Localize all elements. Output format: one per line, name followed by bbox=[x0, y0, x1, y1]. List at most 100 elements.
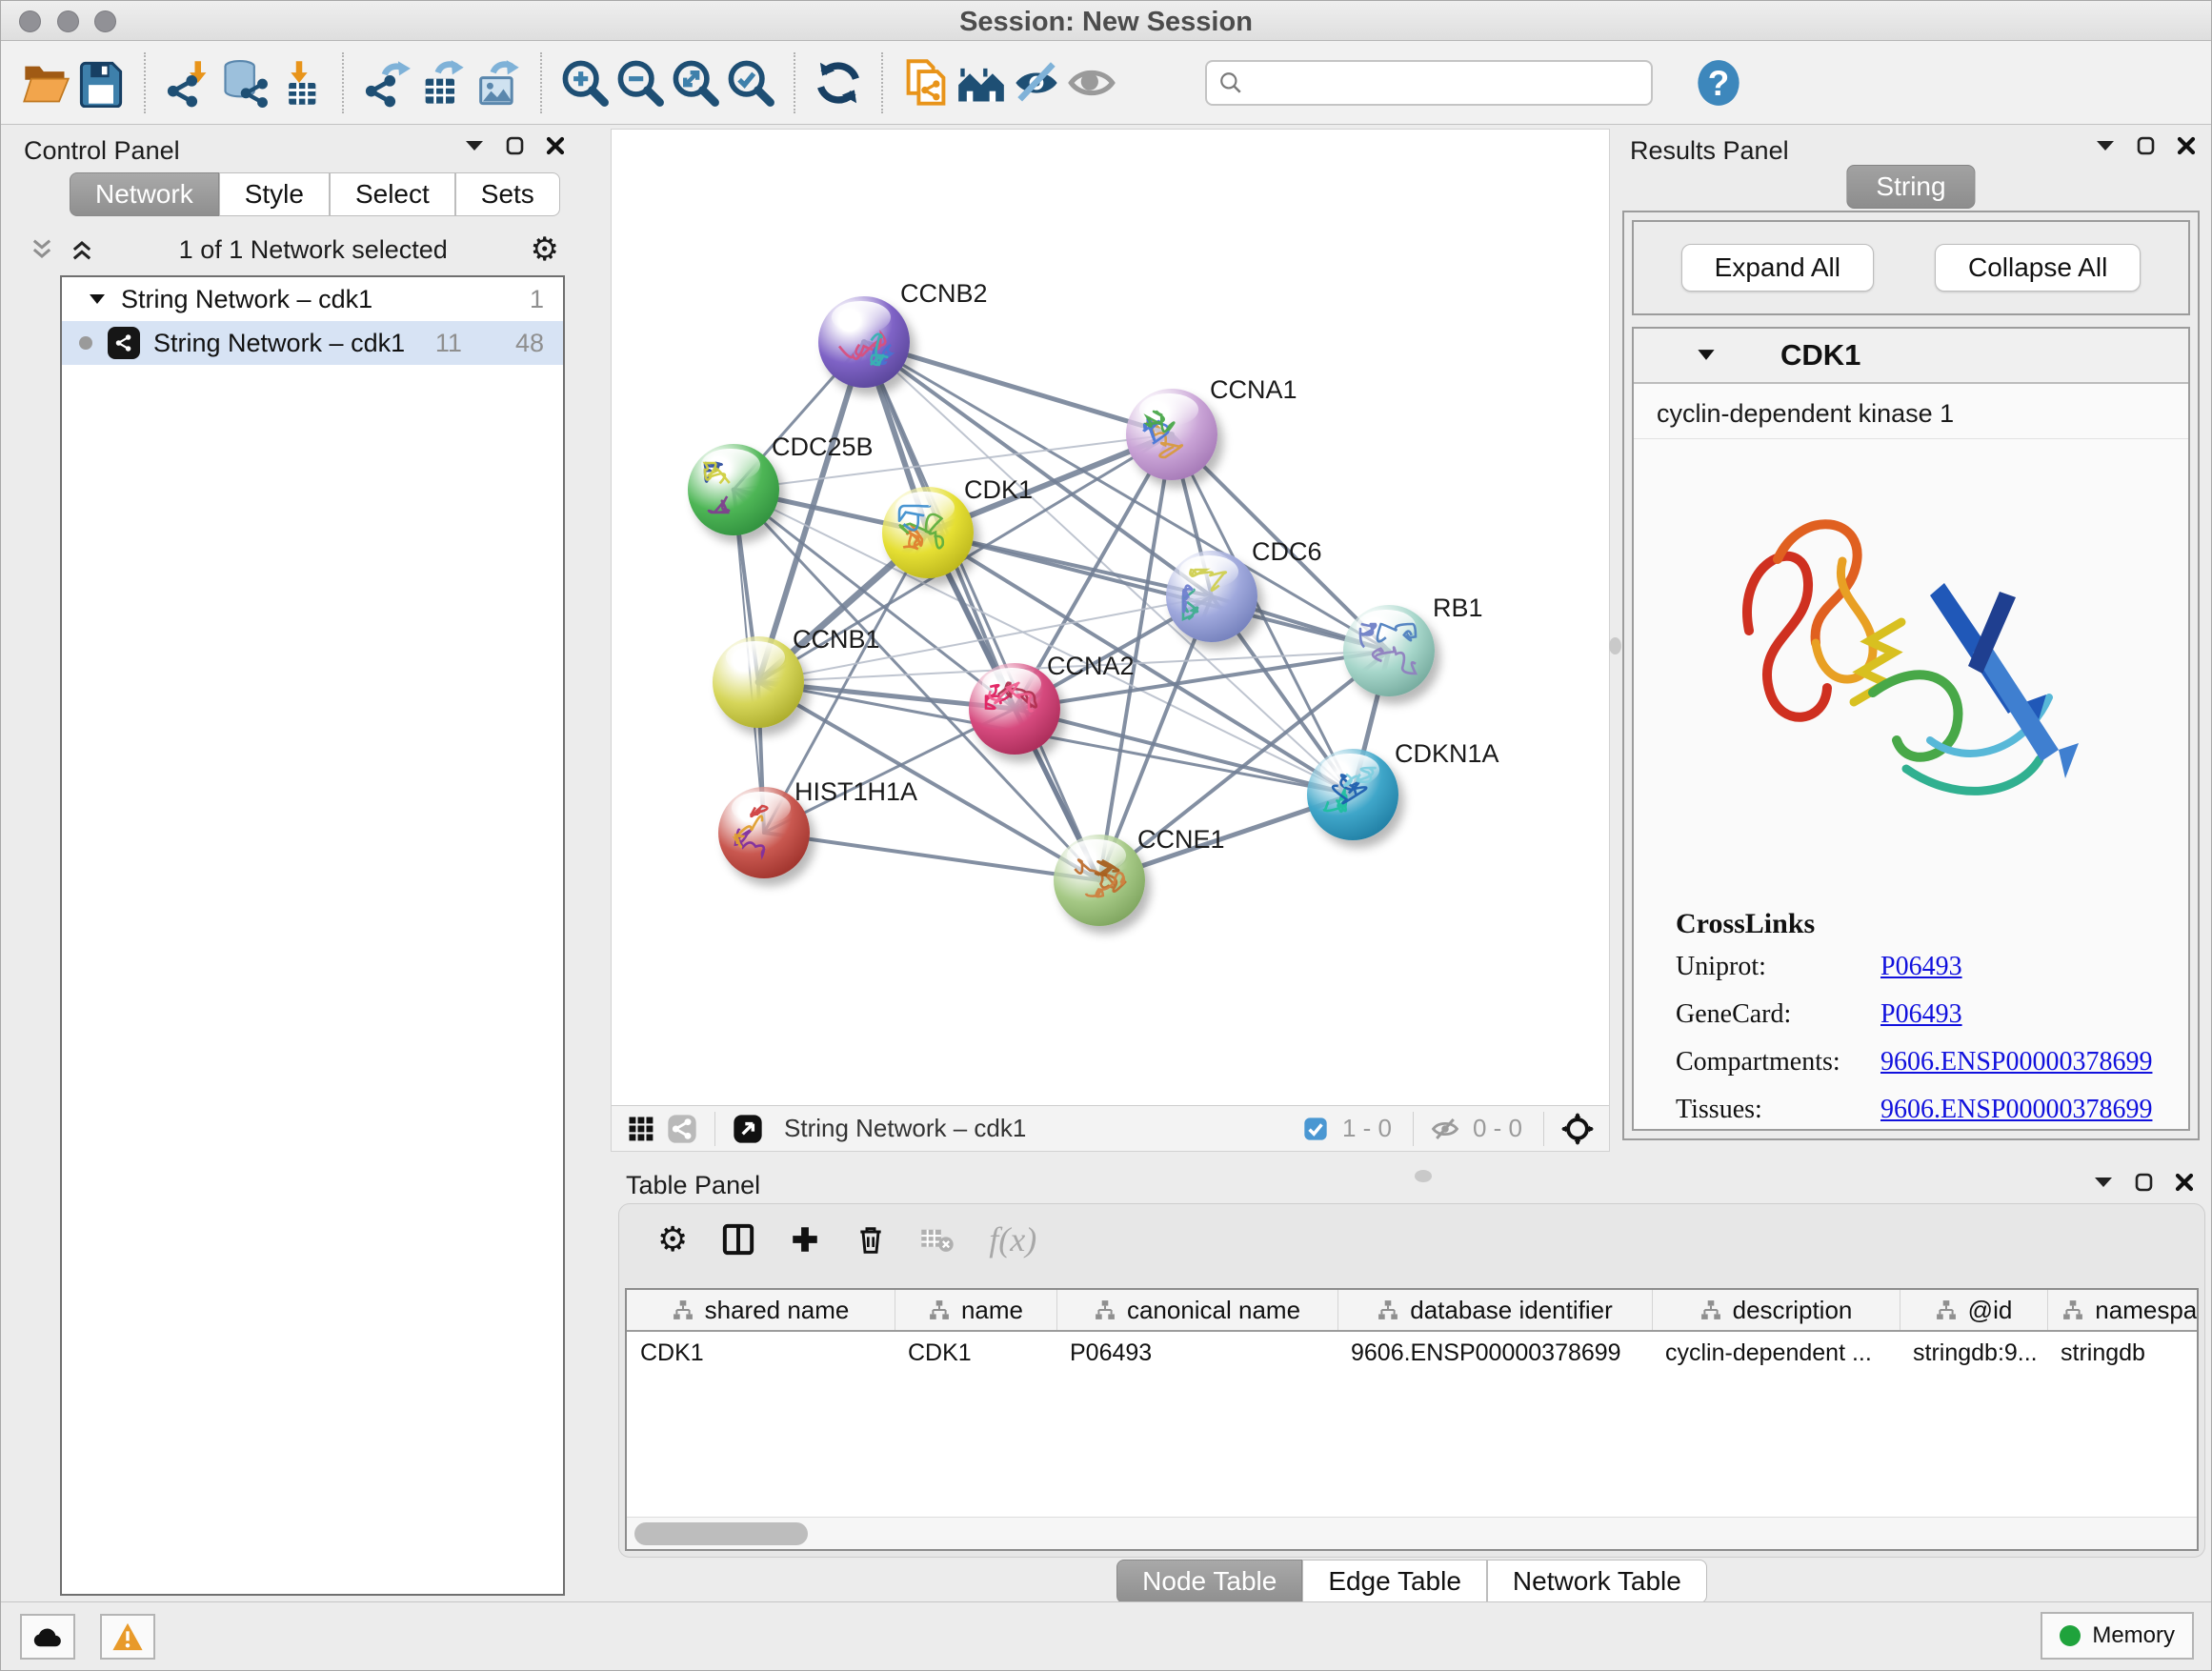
scrollbar-thumb[interactable] bbox=[634, 1522, 808, 1545]
zoom-selected-button[interactable] bbox=[723, 53, 778, 112]
collapse-all-icon[interactable] bbox=[28, 236, 56, 263]
grid-view-icon[interactable] bbox=[621, 1115, 661, 1143]
network-status-dot bbox=[79, 336, 92, 350]
panel-menu-icon[interactable] bbox=[2095, 139, 2116, 152]
panel-close-icon[interactable] bbox=[2175, 1173, 2194, 1192]
import-table-button[interactable] bbox=[271, 53, 327, 112]
toolbar-separator bbox=[144, 52, 146, 113]
table-cell[interactable]: CDK1 bbox=[895, 1339, 1056, 1367]
network-node-ccne1[interactable] bbox=[1054, 835, 1145, 926]
clone-network-button[interactable] bbox=[898, 53, 954, 112]
export-network-button[interactable] bbox=[359, 53, 414, 112]
network-node-ccna1[interactable] bbox=[1126, 389, 1217, 480]
panel-float-icon[interactable] bbox=[2137, 136, 2156, 155]
warnings-button[interactable] bbox=[100, 1614, 155, 1660]
tab-edge-table[interactable]: Edge Table bbox=[1302, 1560, 1487, 1603]
table-cell[interactable]: stringdb:9... bbox=[1900, 1339, 2047, 1367]
save-session-button[interactable] bbox=[73, 53, 129, 112]
network-options-gear-icon[interactable]: ⚙ bbox=[531, 231, 559, 269]
network-row-selected[interactable]: String Network – cdk1 11 48 bbox=[62, 321, 563, 365]
search-input[interactable] bbox=[1205, 60, 1653, 106]
crosslink-link[interactable]: P06493 bbox=[1880, 952, 1962, 982]
network-node-cdc6[interactable] bbox=[1166, 551, 1257, 642]
zoom-in-button[interactable] bbox=[557, 53, 613, 112]
crosslink-link[interactable]: 9606.ENSP00000378699 bbox=[1880, 1047, 2152, 1077]
expand-all-icon[interactable] bbox=[68, 236, 96, 263]
export-table-icon bbox=[417, 58, 467, 108]
network-node-cdc25b[interactable] bbox=[688, 444, 779, 535]
column-header--id[interactable]: @id bbox=[1900, 1290, 2047, 1330]
tab-select[interactable]: Select bbox=[330, 172, 455, 216]
column-header-name[interactable]: name bbox=[895, 1290, 1056, 1330]
memory-button[interactable]: Memory bbox=[2041, 1612, 2194, 1660]
column-header-canonical-name[interactable]: canonical name bbox=[1056, 1290, 1337, 1330]
selected-checkbox-icon[interactable] bbox=[1297, 1116, 1335, 1142]
tab-network-table[interactable]: Network Table bbox=[1487, 1560, 1707, 1603]
network-collection-row[interactable]: String Network – cdk1 1 bbox=[62, 277, 563, 321]
open-session-button[interactable] bbox=[18, 53, 73, 112]
zoom-fit-button[interactable] bbox=[668, 53, 723, 112]
table-cell[interactable]: cyclin-dependent ... bbox=[1652, 1339, 1900, 1367]
collapse-gene-icon[interactable] bbox=[1697, 349, 1716, 362]
collapse-all-button[interactable]: Collapse All bbox=[1935, 244, 2141, 292]
table-cell[interactable]: P06493 bbox=[1056, 1339, 1337, 1367]
zoom-out-button[interactable] bbox=[613, 53, 668, 112]
network-node-ccnb2[interactable] bbox=[818, 296, 910, 388]
show-all-button[interactable] bbox=[1064, 53, 1119, 112]
network-canvas[interactable]: CCNB2CCNA1CDC25BCDK1CDC6RB1CCNB1CCNA2CDK… bbox=[612, 130, 1609, 1105]
expand-all-button[interactable]: Expand All bbox=[1681, 244, 1874, 292]
import-network-database-button[interactable] bbox=[216, 53, 271, 112]
column-header-description[interactable]: description bbox=[1652, 1290, 1900, 1330]
show-columns-icon[interactable] bbox=[722, 1222, 754, 1257]
splitter-handle[interactable] bbox=[1415, 1170, 1432, 1182]
tab-node-table[interactable]: Node Table bbox=[1116, 1560, 1302, 1603]
tab-network[interactable]: Network bbox=[70, 172, 219, 216]
delete-column-icon[interactable] bbox=[855, 1222, 886, 1257]
export-table-button[interactable] bbox=[414, 53, 470, 112]
column-header-namespace[interactable]: namespace bbox=[2047, 1290, 2199, 1330]
table-row[interactable]: CDK1CDK1P064939606.ENSP00000378699cyclin… bbox=[627, 1332, 2197, 1374]
selected-count: 1 - 0 bbox=[1342, 1114, 1392, 1143]
crosslink-link[interactable]: P06493 bbox=[1880, 999, 1962, 1030]
tree-expander-icon[interactable] bbox=[89, 293, 106, 306]
network-node-cdk1[interactable] bbox=[882, 487, 974, 578]
column-header-shared-name[interactable]: shared name bbox=[627, 1290, 895, 1330]
cloud-status-button[interactable] bbox=[20, 1614, 75, 1660]
first-neighbors-button[interactable] bbox=[954, 53, 1009, 112]
panel-float-icon[interactable] bbox=[506, 136, 525, 155]
birds-eye-crosshair-icon[interactable] bbox=[1556, 1113, 1599, 1145]
gene-header-row[interactable]: CDK1 bbox=[1634, 329, 2188, 384]
table-h-scrollbar[interactable] bbox=[627, 1517, 2197, 1549]
table-cell[interactable]: stringdb bbox=[2047, 1339, 2199, 1367]
table-cell[interactable]: CDK1 bbox=[627, 1339, 895, 1367]
panel-close-icon[interactable] bbox=[2177, 136, 2196, 155]
tab-sets[interactable]: Sets bbox=[455, 172, 560, 216]
delete-table-icon[interactable] bbox=[920, 1225, 955, 1254]
refresh-button[interactable] bbox=[811, 53, 866, 112]
network-node-rb1[interactable] bbox=[1343, 605, 1435, 696]
import-network-file-button[interactable] bbox=[161, 53, 216, 112]
export-image-button[interactable] bbox=[470, 53, 525, 112]
network-edge[interactable] bbox=[864, 342, 1172, 434]
tab-style[interactable]: Style bbox=[219, 172, 330, 216]
network-node-ccnb1[interactable] bbox=[713, 636, 804, 728]
detach-view-icon[interactable] bbox=[727, 1114, 769, 1144]
column-header-database-identifier[interactable]: database identifier bbox=[1337, 1290, 1652, 1330]
hidden-eye-icon[interactable] bbox=[1425, 1115, 1465, 1143]
table-settings-gear-icon[interactable]: ⚙ bbox=[657, 1220, 688, 1259]
network-edge[interactable] bbox=[764, 833, 1099, 880]
hide-selected-button[interactable] bbox=[1009, 53, 1064, 112]
panel-float-icon[interactable] bbox=[2135, 1173, 2154, 1192]
table-cell[interactable]: 9606.ENSP00000378699 bbox=[1337, 1339, 1652, 1367]
panel-menu-icon[interactable] bbox=[464, 139, 485, 152]
panel-close-icon[interactable] bbox=[546, 136, 565, 155]
function-builder-icon[interactable]: f(x) bbox=[989, 1219, 1036, 1259]
panel-menu-icon[interactable] bbox=[2093, 1176, 2114, 1189]
splitter-handle[interactable] bbox=[1609, 637, 1621, 654]
crosslink-link[interactable]: 9606.ENSP00000378699 bbox=[1880, 1095, 2152, 1125]
network-share-icon[interactable] bbox=[661, 1114, 703, 1144]
add-column-icon[interactable] bbox=[789, 1223, 821, 1256]
network-node-cdkn1a[interactable] bbox=[1307, 749, 1398, 840]
help-button[interactable]: ? bbox=[1691, 53, 1746, 112]
tab-string[interactable]: String bbox=[1846, 165, 1975, 209]
